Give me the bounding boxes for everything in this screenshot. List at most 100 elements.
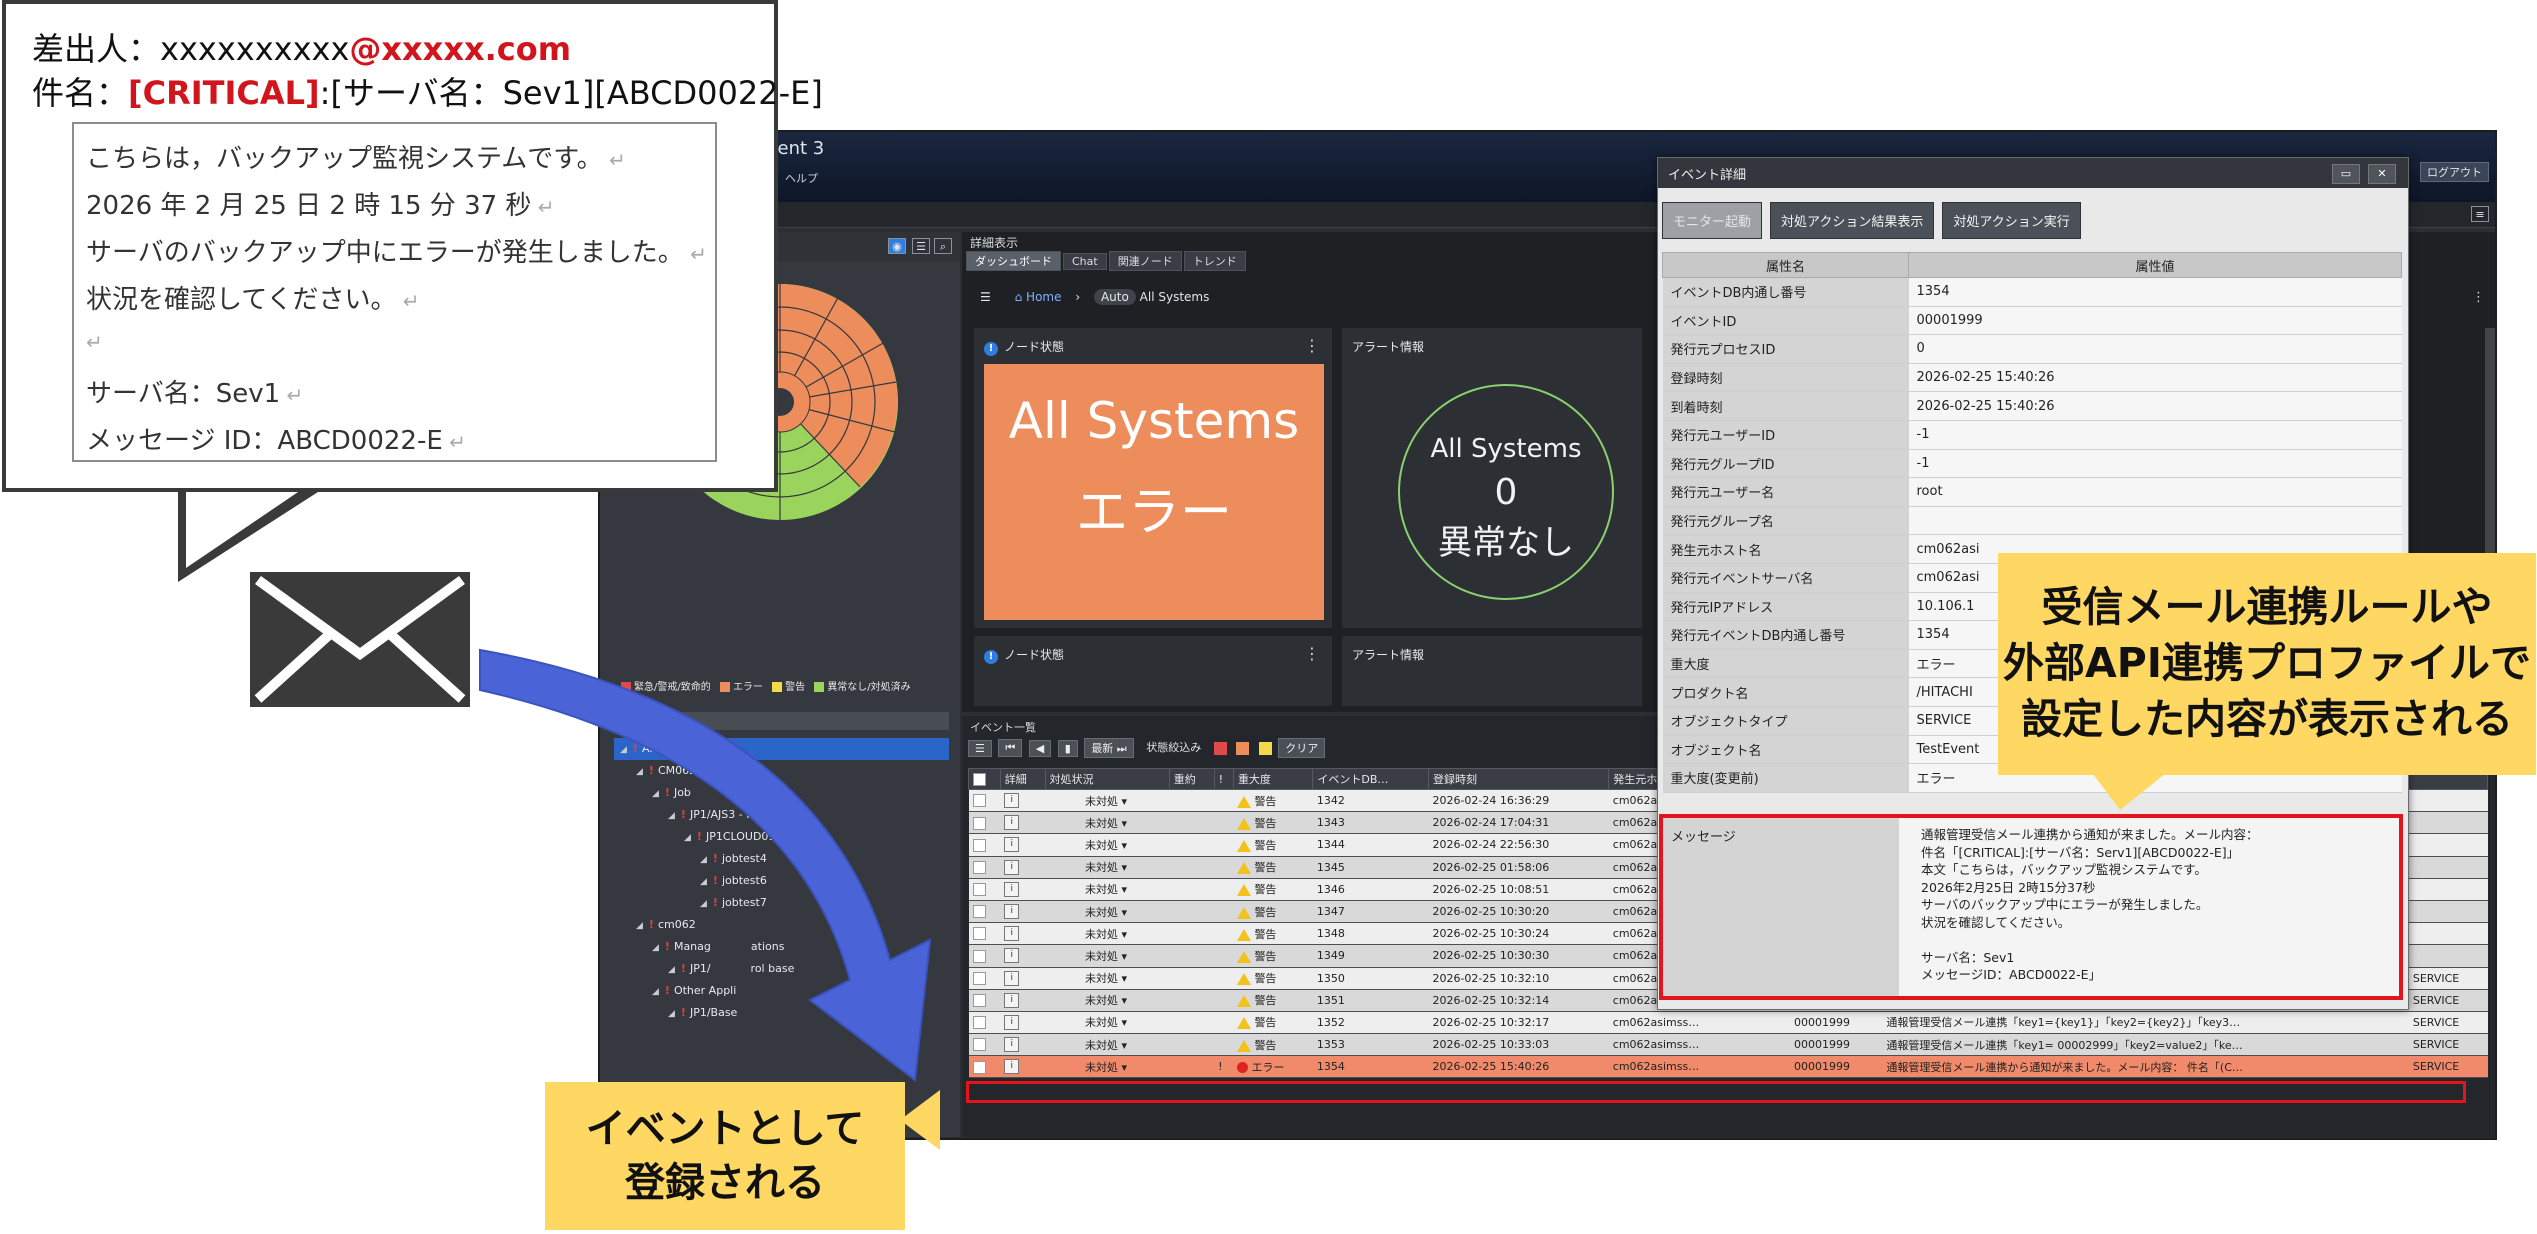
tab-chat[interactable]: Chat — [1063, 253, 1107, 270]
info-icon[interactable]: i — [1004, 904, 1020, 920]
list-icon[interactable]: ☰ — [912, 238, 930, 254]
dropdown-icon[interactable]: ▾ — [1118, 928, 1128, 941]
column-header[interactable]: 対処状況 — [1044, 768, 1170, 790]
attribute-row[interactable]: 到着時刻 2026-02-25 15:40:26 — [1662, 391, 2402, 421]
attribute-row[interactable]: 発行元プロセスID 0 — [1662, 334, 2402, 364]
column-header[interactable]: 詳細 — [999, 768, 1046, 790]
tab-trend[interactable]: トレンド — [1183, 251, 1246, 271]
monitor-launch-button[interactable]: モニター起動 — [1662, 202, 1763, 239]
status-cell[interactable]: 未対処 ▾ — [1045, 1011, 1170, 1035]
status-cell[interactable]: 未対処 ▾ — [1045, 1033, 1170, 1057]
clear-button[interactable]: クリア — [1278, 738, 1326, 758]
card-menu-icon[interactable]: ⋮ — [1304, 644, 1320, 663]
event-row[interactable]: i 未対処 ▾ 警告 1353 2026-02-25 10:33:03 cm062asim… — [968, 1033, 2488, 1057]
event-row[interactable]: i 未対処 ▾! エラー 1354 2026-02-25 15:40:26 cm062as… — [968, 1055, 2488, 1079]
search-icon[interactable]: ⌕ — [934, 238, 952, 254]
node-status-tile[interactable]: All Systems エラー — [984, 364, 1324, 620]
column-header[interactable]: ! — [1213, 768, 1234, 790]
dropdown-icon[interactable]: ▾ — [1118, 950, 1128, 963]
tab-dashboard[interactable]: ダッシュボード — [966, 251, 1061, 271]
detail-cell[interactable]: i — [1000, 922, 1046, 946]
status-cell[interactable]: 未対処 ▾ — [1045, 967, 1170, 990]
filter-critical-toggle[interactable] — [1213, 741, 1227, 755]
detail-cell[interactable]: i — [1000, 811, 1046, 835]
attribute-row[interactable]: 発行元ユーザーID -1 — [1662, 420, 2402, 450]
detail-cell[interactable]: i — [1000, 1011, 1046, 1035]
info-icon[interactable]: i — [1004, 1059, 1020, 1075]
detail-cell[interactable]: i — [1000, 1033, 1046, 1057]
status-cell[interactable]: 未対処 ▾ — [1045, 900, 1170, 924]
more-icon[interactable]: ⋮ — [2472, 290, 2485, 305]
dropdown-icon[interactable]: ▾ — [1118, 994, 1128, 1007]
maximize-icon[interactable]: ▭ — [2332, 164, 2360, 184]
filter-warning-toggle[interactable] — [1258, 741, 1272, 755]
logout-button[interactable]: ログアウト — [2420, 162, 2489, 182]
info-icon[interactable]: i — [1004, 881, 1020, 897]
card-menu-icon[interactable]: ⋮ — [1304, 336, 1320, 355]
first-page-icon[interactable]: ⏮ — [998, 739, 1023, 757]
dropdown-icon[interactable]: ▾ — [1118, 1061, 1128, 1074]
dropdown-icon[interactable]: ▾ — [1118, 795, 1128, 808]
status-cell[interactable]: 未対処 ▾ — [1045, 1055, 1170, 1079]
column-header[interactable]: 重約 — [1168, 768, 1215, 790]
detail-cell[interactable]: i — [1000, 900, 1046, 924]
breadcrumb-auto[interactable]: Auto — [1093, 289, 1136, 305]
attribute-row[interactable]: イベントDB内通し番号 1354 — [1662, 277, 2402, 307]
attribute-row[interactable]: 発行元グループID -1 — [1662, 449, 2402, 479]
detail-cell[interactable]: i — [1000, 944, 1046, 968]
detail-cell[interactable]: i — [1000, 989, 1046, 1012]
dropdown-icon[interactable]: ▾ — [1118, 906, 1128, 919]
prev-page-icon[interactable]: ◀ — [1028, 739, 1052, 757]
status-cell[interactable]: 未対処 ▾ — [1045, 878, 1170, 901]
event-row[interactable]: i 未対処 ▾ 警告 1352 2026-02-25 10:32:17 cm062asim… — [968, 1011, 2488, 1035]
attribute-row[interactable]: 登録時刻 2026-02-25 15:40:26 — [1662, 363, 2402, 393]
alert-circle[interactable]: All Systems 0 異常なし — [1398, 384, 1614, 600]
column-header[interactable]: イベントDB… — [1312, 768, 1429, 790]
dropdown-icon[interactable]: ▾ — [1118, 972, 1128, 985]
status-cell[interactable]: 未対処 ▾ — [1045, 856, 1170, 879]
status-cell[interactable]: 未対処 ▾ — [1045, 922, 1170, 946]
info-icon[interactable]: i — [1004, 1014, 1020, 1030]
help-menu[interactable]: ヘルプ — [785, 170, 818, 186]
home-icon[interactable]: ⌂ — [1015, 290, 1023, 304]
detail-cell[interactable]: i — [1000, 878, 1046, 901]
breadcrumb-home[interactable]: Home — [1026, 290, 1061, 304]
tab-related-nodes[interactable]: 関連ノード — [1108, 251, 1182, 271]
dropdown-icon[interactable]: ▾ — [1118, 1016, 1128, 1029]
detail-cell[interactable]: i — [1000, 833, 1046, 857]
attribute-row[interactable]: イベントID 00001999 — [1662, 306, 2402, 336]
detail-cell[interactable]: i — [1000, 789, 1046, 813]
dropdown-icon[interactable]: ▾ — [1118, 883, 1128, 896]
status-cell[interactable]: 未対処 ▾ — [1045, 811, 1170, 835]
column-header[interactable]: 重大度 — [1232, 768, 1314, 790]
column-header[interactable]: 登録時刻 — [1427, 768, 1610, 790]
info-icon[interactable]: i — [1004, 992, 1020, 1008]
info-icon[interactable]: i — [1004, 837, 1020, 853]
attribute-row[interactable]: 発行元ユーザー名 root — [1662, 477, 2402, 507]
detail-cell[interactable]: i — [1000, 856, 1046, 879]
info-icon[interactable]: i — [1004, 859, 1020, 875]
status-cell[interactable]: 未対処 ▾ — [1045, 789, 1170, 813]
close-icon[interactable]: ✕ — [2368, 164, 2396, 184]
attribute-row[interactable]: 発行元グループ名 — [1662, 506, 2402, 536]
dropdown-icon[interactable]: ▾ — [1118, 1039, 1128, 1052]
info-icon[interactable]: i — [1004, 948, 1020, 964]
latest-button[interactable]: 最新 ⏭ — [1084, 738, 1134, 758]
hamburger-icon[interactable]: ☰ — [980, 290, 991, 304]
dropdown-icon[interactable]: ▾ — [1118, 817, 1128, 830]
status-cell[interactable]: 未対処 ▾ — [1045, 833, 1170, 857]
action-execute-button[interactable]: 対処アクション実行 — [1942, 202, 2081, 239]
status-cell[interactable]: 未対処 ▾ — [1045, 944, 1170, 968]
info-icon[interactable]: i — [1004, 815, 1020, 831]
pause-icon[interactable]: ▮ — [1057, 739, 1078, 757]
status-cell[interactable]: 未対処 ▾ — [1045, 989, 1170, 1012]
action-result-button[interactable]: 対処アクション結果表示 — [1770, 202, 1935, 239]
dropdown-icon[interactable]: ▾ — [1118, 861, 1128, 874]
info-icon[interactable]: i — [1004, 926, 1020, 942]
detail-cell[interactable]: i — [1000, 1055, 1046, 1079]
menu-icon[interactable]: ≡ — [2471, 206, 2489, 222]
detail-cell[interactable]: i — [1000, 967, 1046, 990]
info-icon[interactable]: i — [1004, 793, 1020, 809]
dropdown-icon[interactable]: ▾ — [1118, 839, 1128, 852]
info-icon[interactable]: i — [1004, 970, 1020, 986]
